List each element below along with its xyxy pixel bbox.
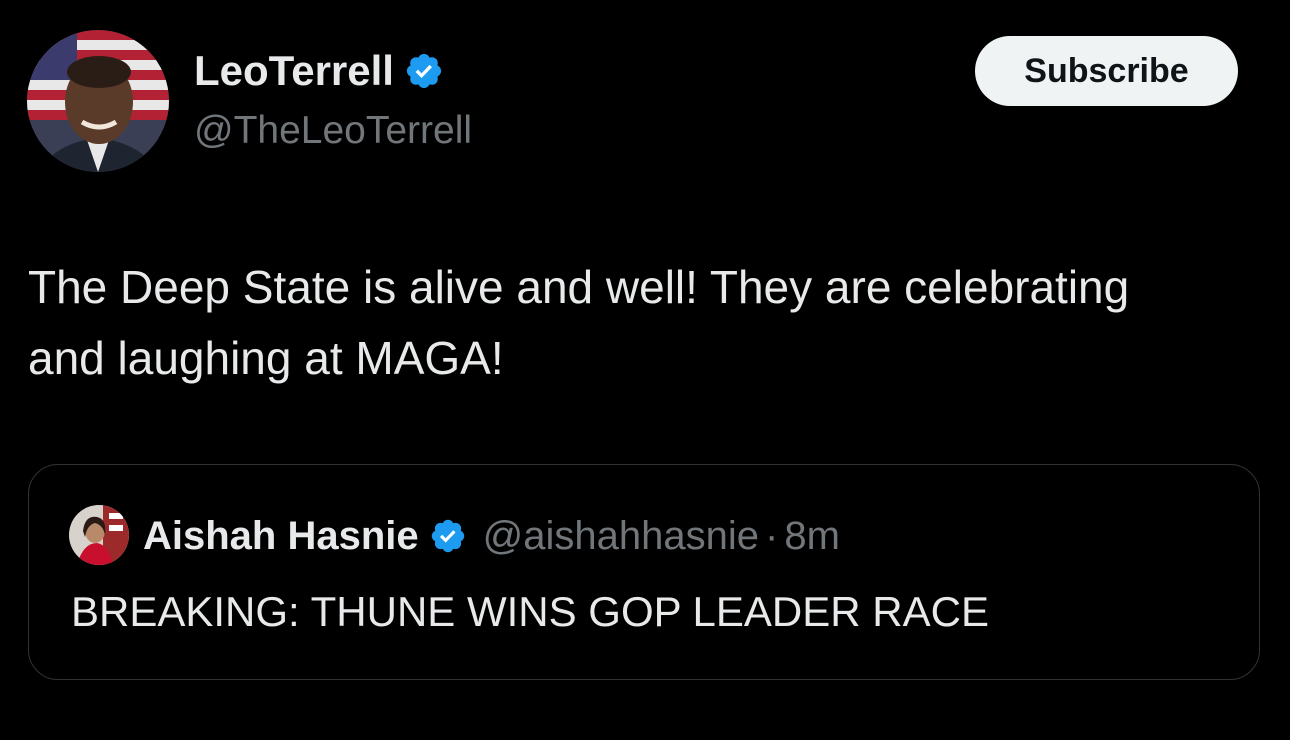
author-display-name[interactable]: LeoTerrell: [194, 44, 394, 98]
subscribe-button[interactable]: Subscribe: [975, 36, 1238, 106]
quoted-tweet-header: Aishah Hasnie @aishahhasnie · 8m: [143, 511, 840, 561]
quoted-author-avatar[interactable]: [69, 505, 129, 565]
tweet-text: The Deep State is alive and well! They a…: [28, 261, 1130, 384]
quoted-tweet-text: BREAKING: THUNE WINS GOP LEADER RACE: [71, 588, 989, 635]
quoted-tweet-card[interactable]: Aishah Hasnie @aishahhasnie · 8m BREAKIN…: [28, 464, 1260, 680]
quoted-author-handle[interactable]: @aishahhasnie: [483, 511, 759, 561]
author-avatar[interactable]: [27, 30, 169, 172]
author-handle[interactable]: @TheLeoTerrell: [194, 106, 472, 156]
quoted-verified-badge-icon: [431, 519, 464, 553]
meta-separator: ·: [765, 514, 779, 558]
quoted-tweet-timestamp[interactable]: 8m: [784, 511, 840, 561]
quoted-author-name[interactable]: Aishah Hasnie: [143, 511, 419, 561]
verified-badge-icon: [406, 53, 442, 89]
author-avatar-image: [27, 30, 169, 172]
author-name[interactable]: LeoTerrell: [194, 44, 444, 98]
quoted-author-avatar-image: [69, 505, 129, 565]
